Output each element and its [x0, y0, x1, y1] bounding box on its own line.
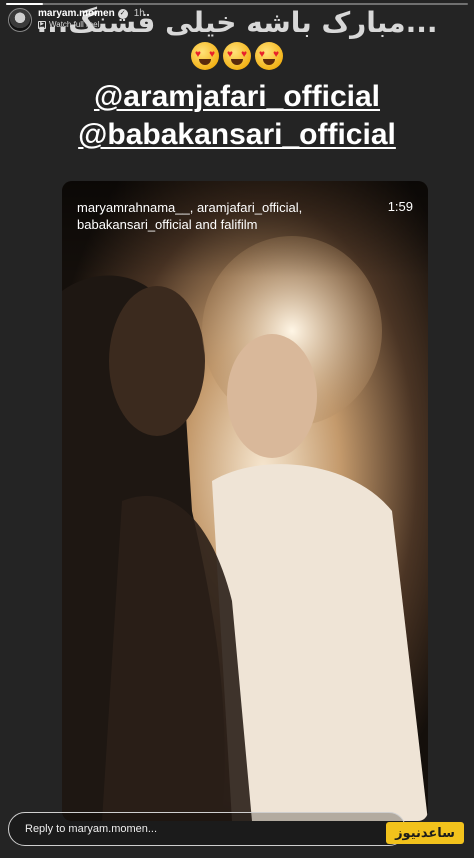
- watch-full-reel-link[interactable]: ▶ Watch full reel: [38, 19, 145, 30]
- reel-credits: maryamrahnama__, aramjafari_official, ba…: [77, 200, 303, 232]
- reply-placeholder: Reply to maryam.momen...: [25, 823, 158, 835]
- watermark-logo: ساعدنیوز: [386, 822, 464, 844]
- mention-sticker-babakansari[interactable]: @babakansari_official: [0, 118, 474, 152]
- user-row: maryam.momen ✓ 1h: [38, 8, 145, 19]
- reply-input[interactable]: Reply to maryam.momen...: [8, 812, 406, 846]
- emoji-row: ♥ ♥ ♥ ♥ ♥ ♥: [0, 42, 474, 70]
- username[interactable]: maryam.momen: [38, 8, 115, 19]
- story-header: maryam.momen ✓ 1h ▶ Watch full reel: [8, 8, 145, 34]
- heart-eyes-emoji-icon: ♥ ♥: [255, 42, 283, 70]
- reel-duration: 1:59: [387, 199, 413, 214]
- user-block: maryam.momen ✓ 1h ▶ Watch full reel: [38, 8, 145, 30]
- heart-eyes-emoji-icon: ♥ ♥: [223, 42, 251, 70]
- heart-eyes-emoji-icon: ♥ ♥: [191, 42, 219, 70]
- reel-thumbnail-image: [62, 181, 428, 821]
- watch-full-reel-label: Watch full reel: [49, 20, 100, 29]
- avatar[interactable]: [8, 8, 32, 32]
- story-progress-bar: [6, 3, 468, 5]
- post-time: 1h: [133, 8, 145, 19]
- verified-badge-icon: ✓: [117, 8, 128, 19]
- mention-sticker-aramjafari[interactable]: @aramjafari_official: [0, 80, 474, 114]
- reel-icon: ▶: [38, 20, 46, 29]
- story-progress-fill: [6, 3, 43, 5]
- reel-card[interactable]: maryamrahnama__, aramjafari_official, ba…: [62, 181, 428, 821]
